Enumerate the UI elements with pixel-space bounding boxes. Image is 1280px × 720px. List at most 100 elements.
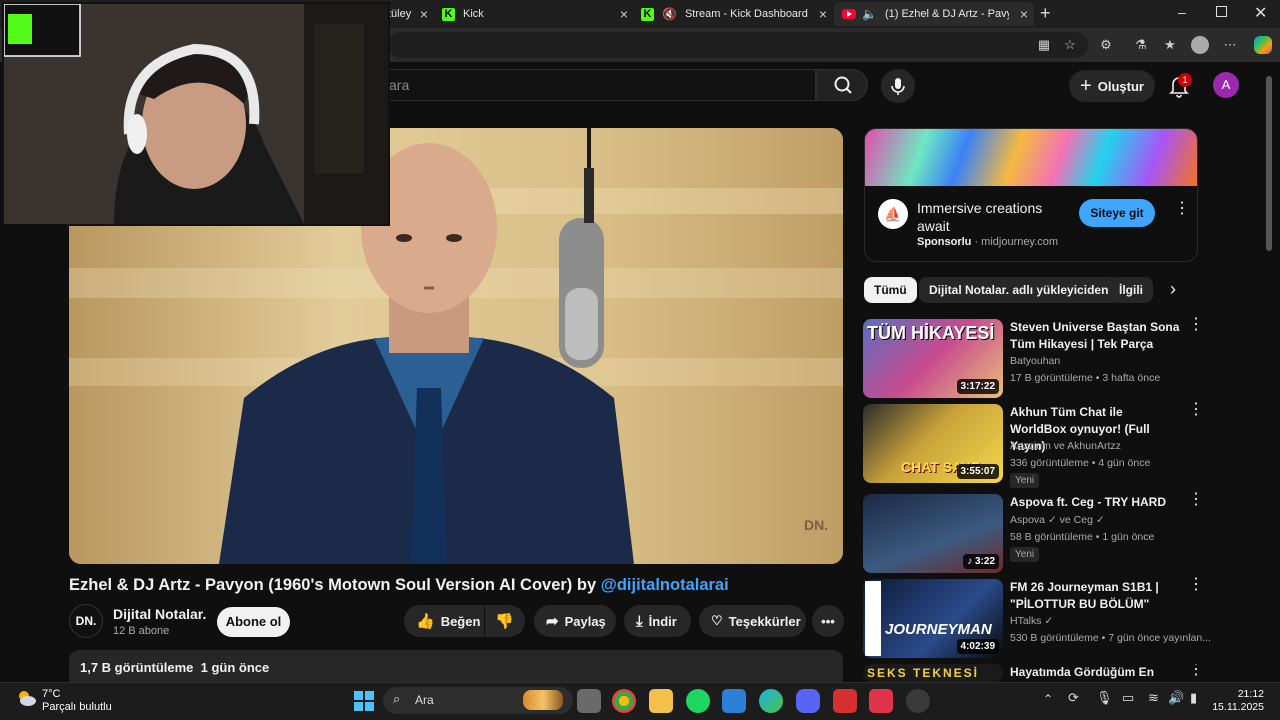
chip-all[interactable]: Tümü bbox=[864, 277, 917, 303]
video-thumbnail[interactable]: ♪ 3:22 bbox=[863, 494, 1003, 573]
ad-menu-icon[interactable]: ⋮ bbox=[1174, 201, 1190, 217]
app-pink-icon[interactable] bbox=[869, 689, 893, 713]
video-thumbnail[interactable]: CHAT SAVE 3:55:07 bbox=[863, 404, 1003, 483]
rec-channel[interactable]: Batyouhan bbox=[1010, 355, 1060, 367]
rec-title[interactable]: FM 26 Journeyman S1B1 | "PİLOTTUR BU BÖL… bbox=[1010, 579, 1180, 613]
favorite-star-icon[interactable]: ☆ bbox=[1062, 37, 1078, 53]
recommendation-item[interactable]: SEKS TEKNESİ Hayatımda Gördüğüm En ⋮ bbox=[863, 664, 1203, 682]
rec-menu-icon[interactable]: ⋮ bbox=[1188, 492, 1204, 508]
recommendation-item[interactable]: CHAT SAVE 3:55:07 Akhun Tüm Chat ile Wor… bbox=[863, 402, 1204, 488]
ad-title[interactable]: Immersive creations await bbox=[917, 199, 1067, 235]
new-tab-button[interactable]: + bbox=[1040, 3, 1051, 24]
weather-icon[interactable] bbox=[15, 688, 37, 708]
dislike-button[interactable]: 👎 bbox=[485, 605, 525, 637]
rec-title[interactable]: Steven Universe Baştan Sona Tüm Hikayesi… bbox=[1010, 319, 1180, 353]
copilot-icon[interactable]: ⚗ bbox=[1133, 37, 1149, 53]
tray-sync-icon[interactable]: ⟳ bbox=[1068, 690, 1079, 706]
voice-search-button[interactable] bbox=[881, 69, 915, 103]
create-button[interactable]: + Oluştur bbox=[1069, 70, 1155, 102]
download-button[interactable]: ⤓ İndir bbox=[624, 605, 691, 637]
edge-copilot-icon[interactable] bbox=[1254, 36, 1272, 54]
rec-channel[interactable]: HTalks ✓ bbox=[1010, 615, 1053, 627]
chip-next-chevron-icon[interactable]: › bbox=[1170, 279, 1176, 300]
video-thumbnail[interactable]: JOURNEYMAN 4:02:39 bbox=[863, 579, 1003, 658]
rec-menu-icon[interactable]: ⋮ bbox=[1188, 317, 1204, 333]
recommendation-item[interactable]: ♪ 3:22 Aspova ft. Ceg - TRY HARD Aspova … bbox=[863, 492, 1204, 574]
thanks-label: Teşekkürler bbox=[728, 613, 801, 629]
task-view-icon[interactable] bbox=[577, 689, 601, 713]
rec-channel[interactable]: Aspova ✓ ve Ceg ✓ bbox=[1010, 514, 1105, 526]
tray-wifi-icon[interactable]: ≋ bbox=[1148, 690, 1159, 706]
chip-related[interactable]: İlgili bbox=[1109, 277, 1153, 303]
tab-close-icon[interactable]: × bbox=[1020, 6, 1028, 22]
recommendation-item[interactable]: JOURNEYMAN 4:02:39 FM 26 Journeyman S1B1… bbox=[863, 577, 1211, 659]
rec-menu-icon[interactable]: ⋮ bbox=[1188, 664, 1203, 678]
file-explorer-icon[interactable] bbox=[649, 689, 673, 713]
taskbar-search[interactable]: ⌕ Ara bbox=[383, 687, 573, 714]
spotify-icon[interactable] bbox=[686, 689, 710, 713]
favorites-icon[interactable]: ★ bbox=[1162, 37, 1178, 53]
ad-sponsor-line: Sponsorlu · midjourney.com bbox=[917, 236, 1058, 248]
more-menu-icon[interactable]: ⋯ bbox=[1222, 37, 1238, 53]
speaker-muted-icon[interactable]: 🔇 bbox=[662, 7, 677, 21]
minimize-button[interactable]: – bbox=[1178, 4, 1186, 20]
thanks-button[interactable]: ♡ Teşekkürler bbox=[699, 605, 806, 637]
rec-title[interactable]: Hayatımda Gördüğüm En bbox=[1010, 664, 1180, 681]
rec-menu-icon[interactable]: ⋮ bbox=[1188, 402, 1204, 418]
profile-icon[interactable] bbox=[1191, 36, 1209, 54]
tray-power-icon[interactable]: ▮ bbox=[1190, 690, 1197, 706]
tray-battery-icon[interactable]: ▭ bbox=[1122, 690, 1134, 706]
clock-date: 15.11.2025 bbox=[1212, 701, 1264, 713]
recommendation-item[interactable]: TÜM HİKAYESİ 3:17:22 Steven Universe Baş… bbox=[863, 317, 1204, 399]
edge-icon[interactable] bbox=[759, 689, 783, 713]
tray-chevron-up-icon[interactable]: ⌃ bbox=[1043, 692, 1053, 706]
weather-widget[interactable]: 7°C Parçalı bulutlu bbox=[42, 688, 112, 714]
rec-channel[interactable]: Artzzium ve AkhunArtzz bbox=[1010, 440, 1121, 452]
search-input[interactable]: ara bbox=[380, 69, 816, 101]
tab-close-icon[interactable]: × bbox=[420, 6, 428, 22]
split-screen-icon[interactable]: ▦ bbox=[1036, 37, 1052, 53]
channel-mention-link[interactable]: @dijitalnotalarai bbox=[601, 576, 729, 594]
chip-from-uploader[interactable]: Dijital Notalar. adlı yükleyiciden bbox=[919, 277, 1119, 303]
channel-avatar[interactable]: DN. bbox=[69, 604, 103, 638]
extensions-icon[interactable]: ⚙ bbox=[1098, 37, 1114, 53]
subscriber-count: 12 B abone bbox=[113, 625, 170, 637]
tab-close-icon[interactable]: × bbox=[620, 6, 628, 22]
video-thumbnail[interactable]: TÜM HİKAYESİ 3:17:22 bbox=[863, 319, 1003, 398]
address-bar[interactable] bbox=[388, 32, 1088, 58]
share-arrow-icon: ➦ bbox=[546, 613, 559, 630]
video-thumbnail[interactable]: SEKS TEKNESİ bbox=[863, 664, 1003, 682]
more-actions-button[interactable]: ••• bbox=[812, 605, 844, 637]
tray-mic-icon[interactable]: 🎙 bbox=[1096, 690, 1113, 706]
discord-icon[interactable] bbox=[796, 689, 820, 713]
obs-icon[interactable] bbox=[906, 689, 930, 713]
page-scrollbar[interactable] bbox=[1266, 76, 1272, 251]
chrome-icon[interactable] bbox=[612, 689, 636, 713]
share-button[interactable]: ➦ Paylaş bbox=[534, 605, 616, 637]
store-icon[interactable] bbox=[722, 689, 746, 713]
account-avatar[interactable]: A bbox=[1213, 72, 1239, 98]
tab-kick-dashboard[interactable]: K 🔇 Stream - Kick Dashboard × bbox=[641, 2, 833, 26]
tab-close-icon[interactable]: × bbox=[819, 6, 827, 22]
like-button[interactable]: 👍 Beğen bbox=[404, 605, 484, 637]
search-button[interactable] bbox=[816, 69, 868, 101]
taskbar-clock[interactable]: 21:12 15.11.2025 bbox=[1212, 688, 1264, 714]
tab-youtube[interactable]: 🔈 (1) Ezhel & DJ Artz - Pavyon × bbox=[834, 2, 1034, 26]
sponsored-ad-card[interactable]: ⛵ Immersive creations await Sponsorlu · … bbox=[864, 128, 1198, 262]
ad-banner-image[interactable] bbox=[865, 129, 1197, 186]
maximize-button[interactable] bbox=[1216, 6, 1227, 17]
channel-name[interactable]: Dijital Notalar. bbox=[113, 606, 206, 622]
subscribe-button[interactable]: Abone ol bbox=[217, 607, 290, 637]
rec-menu-icon[interactable]: ⋮ bbox=[1188, 577, 1204, 593]
tab-partial[interactable]: tüley × bbox=[388, 2, 436, 26]
speaker-icon[interactable]: 🔈 bbox=[862, 7, 877, 21]
rec-title[interactable]: Aspova ft. Ceg - TRY HARD bbox=[1010, 494, 1180, 511]
like-label: Beğen bbox=[440, 613, 481, 629]
visit-site-button[interactable]: Siteye git bbox=[1079, 199, 1155, 227]
app-red-icon[interactable] bbox=[833, 689, 857, 713]
rec-meta: 336 görüntüleme • 4 gün önce bbox=[1010, 457, 1151, 469]
start-windows-icon[interactable] bbox=[352, 689, 376, 713]
tab-kick[interactable]: K Kick × bbox=[442, 2, 634, 26]
tray-volume-icon[interactable]: 🔊 bbox=[1168, 690, 1184, 706]
close-window-button[interactable]: ✕ bbox=[1254, 3, 1267, 23]
